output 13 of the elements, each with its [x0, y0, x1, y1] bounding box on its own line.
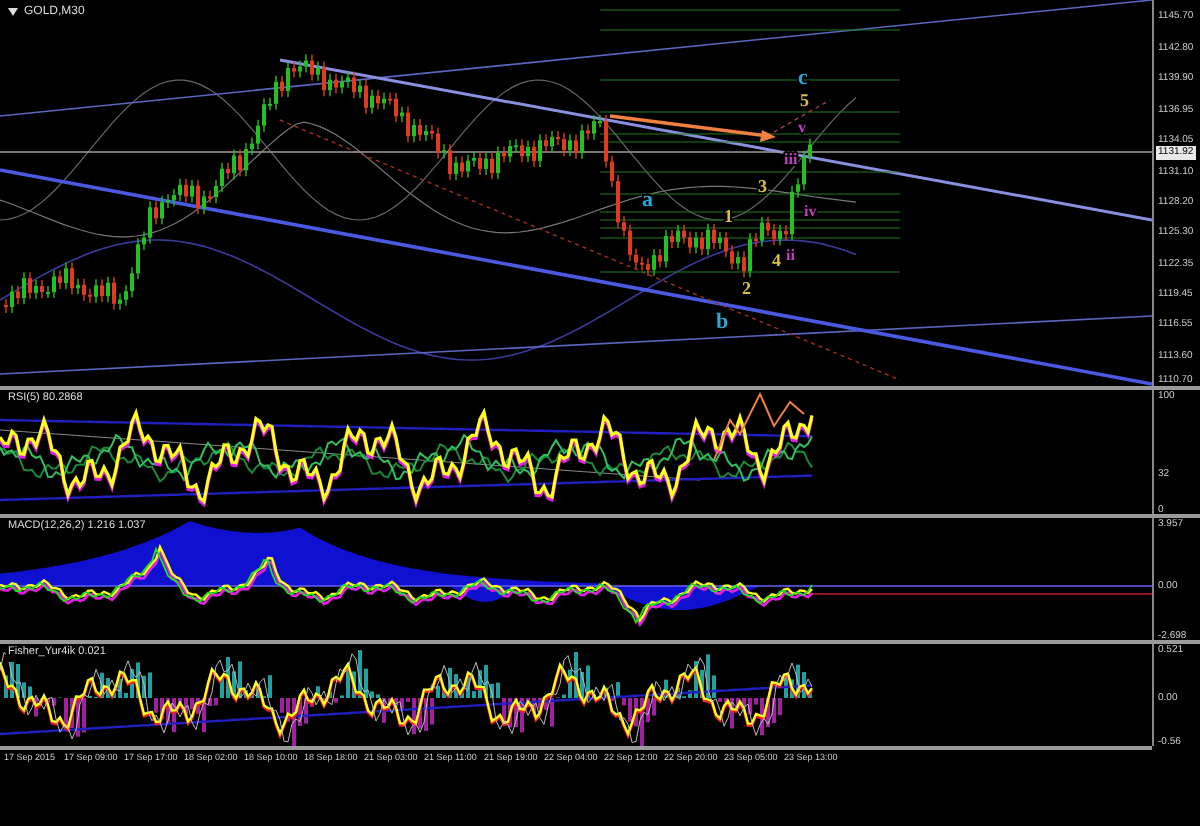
- wave-label: 5: [800, 90, 809, 110]
- wave-label: 1: [724, 206, 733, 226]
- dropdown-triangle-icon: [8, 8, 18, 16]
- wave-label: a: [642, 188, 653, 212]
- wave-label: 2: [742, 278, 751, 298]
- wave-label: 4: [772, 250, 781, 270]
- wave-label: 3: [758, 176, 767, 196]
- wave-label: iii: [784, 150, 798, 168]
- wave-label: iv: [804, 202, 817, 220]
- wave-label: ii: [786, 246, 795, 264]
- wave-label: b: [716, 310, 729, 334]
- wave-label: v: [798, 118, 806, 136]
- wave-label: c: [798, 66, 808, 90]
